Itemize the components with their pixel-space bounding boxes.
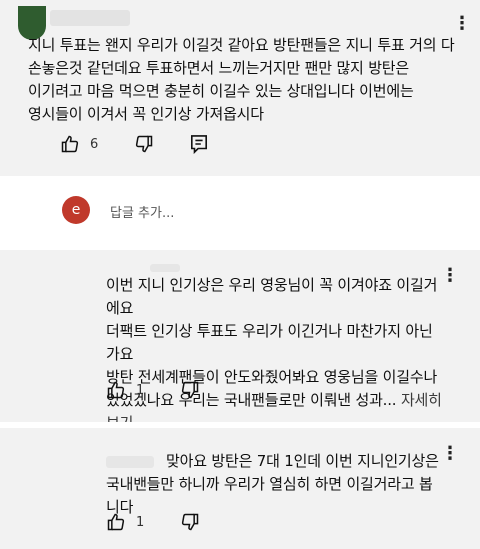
thumbs-down-icon[interactable] bbox=[180, 380, 200, 400]
comment-card: ⋮ 지니 투표는 왠지 우리가 이길것 같아요 방탄팬들은 지니 투표 거의 다… bbox=[0, 0, 480, 176]
thumbs-up-icon[interactable] bbox=[60, 134, 80, 154]
comment-line: 손놓은것 같던데요 투표하면서 느끼는거지만 팬만 많지 방탄은 bbox=[28, 59, 410, 77]
more-options-icon[interactable]: ⋮ bbox=[452, 14, 472, 34]
comment-actions: 6 bbox=[60, 134, 208, 154]
reply-actions: 1 bbox=[106, 512, 200, 532]
reply-icon[interactable] bbox=[190, 134, 208, 154]
reply-line: 맞아요 방탄은 7대 1인데 이번 지니인기상은 bbox=[166, 452, 439, 470]
reply-text: 이번 지니 인기상은 우리 영웅님이 꼭 이겨야죠 이길거에요 더팩트 인기상 … bbox=[106, 274, 446, 435]
user-avatar: e bbox=[62, 196, 90, 224]
reply-actions: 1 bbox=[106, 380, 200, 400]
thumbs-up-icon[interactable] bbox=[106, 512, 126, 532]
like-count: 1 bbox=[136, 514, 145, 530]
author-name-redacted bbox=[50, 10, 130, 26]
like-count: 6 bbox=[90, 136, 99, 152]
comment-line: 지니 투표는 왠지 우리가 이길것 같아요 방탄팬들은 지니 투표 거의 다 bbox=[28, 36, 455, 54]
reply-text: 맞아요 방탄은 7대 1인데 이번 지니인기상은 국내밴들만 하니까 우리가 열… bbox=[106, 450, 446, 519]
reply-card: ⋮ 이번 지니 인기상은 우리 영웅님이 꼭 이겨야죠 이길거에요 더팩트 인기… bbox=[0, 250, 480, 432]
thumbs-down-icon[interactable] bbox=[180, 512, 200, 532]
comment-line: 이기려고 마음 먹으면 충분히 이길수 있는 상대입니다 이번에는 bbox=[28, 82, 414, 100]
reply-input[interactable]: 답글 추가... bbox=[110, 202, 174, 221]
reply-line: 이번 지니 인기상은 우리 영웅님이 꼭 이겨야죠 이길거에요 bbox=[106, 276, 438, 317]
author-name-redacted bbox=[150, 264, 180, 272]
comment-text: 지니 투표는 왠지 우리가 이길것 같아요 방탄팬들은 지니 투표 거의 다 손… bbox=[28, 34, 468, 126]
thumbs-up-icon[interactable] bbox=[106, 380, 126, 400]
reply-card: ⋮ 맞아요 방탄은 7대 1인데 이번 지니인기상은 국내밴들만 하니까 우리가… bbox=[0, 428, 480, 549]
like-count: 1 bbox=[136, 382, 145, 398]
reply-line: 더팩트 인기상 투표도 우리가 이긴거나 마찬가지 아닌가요 bbox=[106, 322, 433, 363]
comment-line: 영시들이 이겨서 꼭 인기상 가져옵시다 bbox=[28, 105, 264, 123]
thumbs-down-icon[interactable] bbox=[134, 134, 154, 154]
